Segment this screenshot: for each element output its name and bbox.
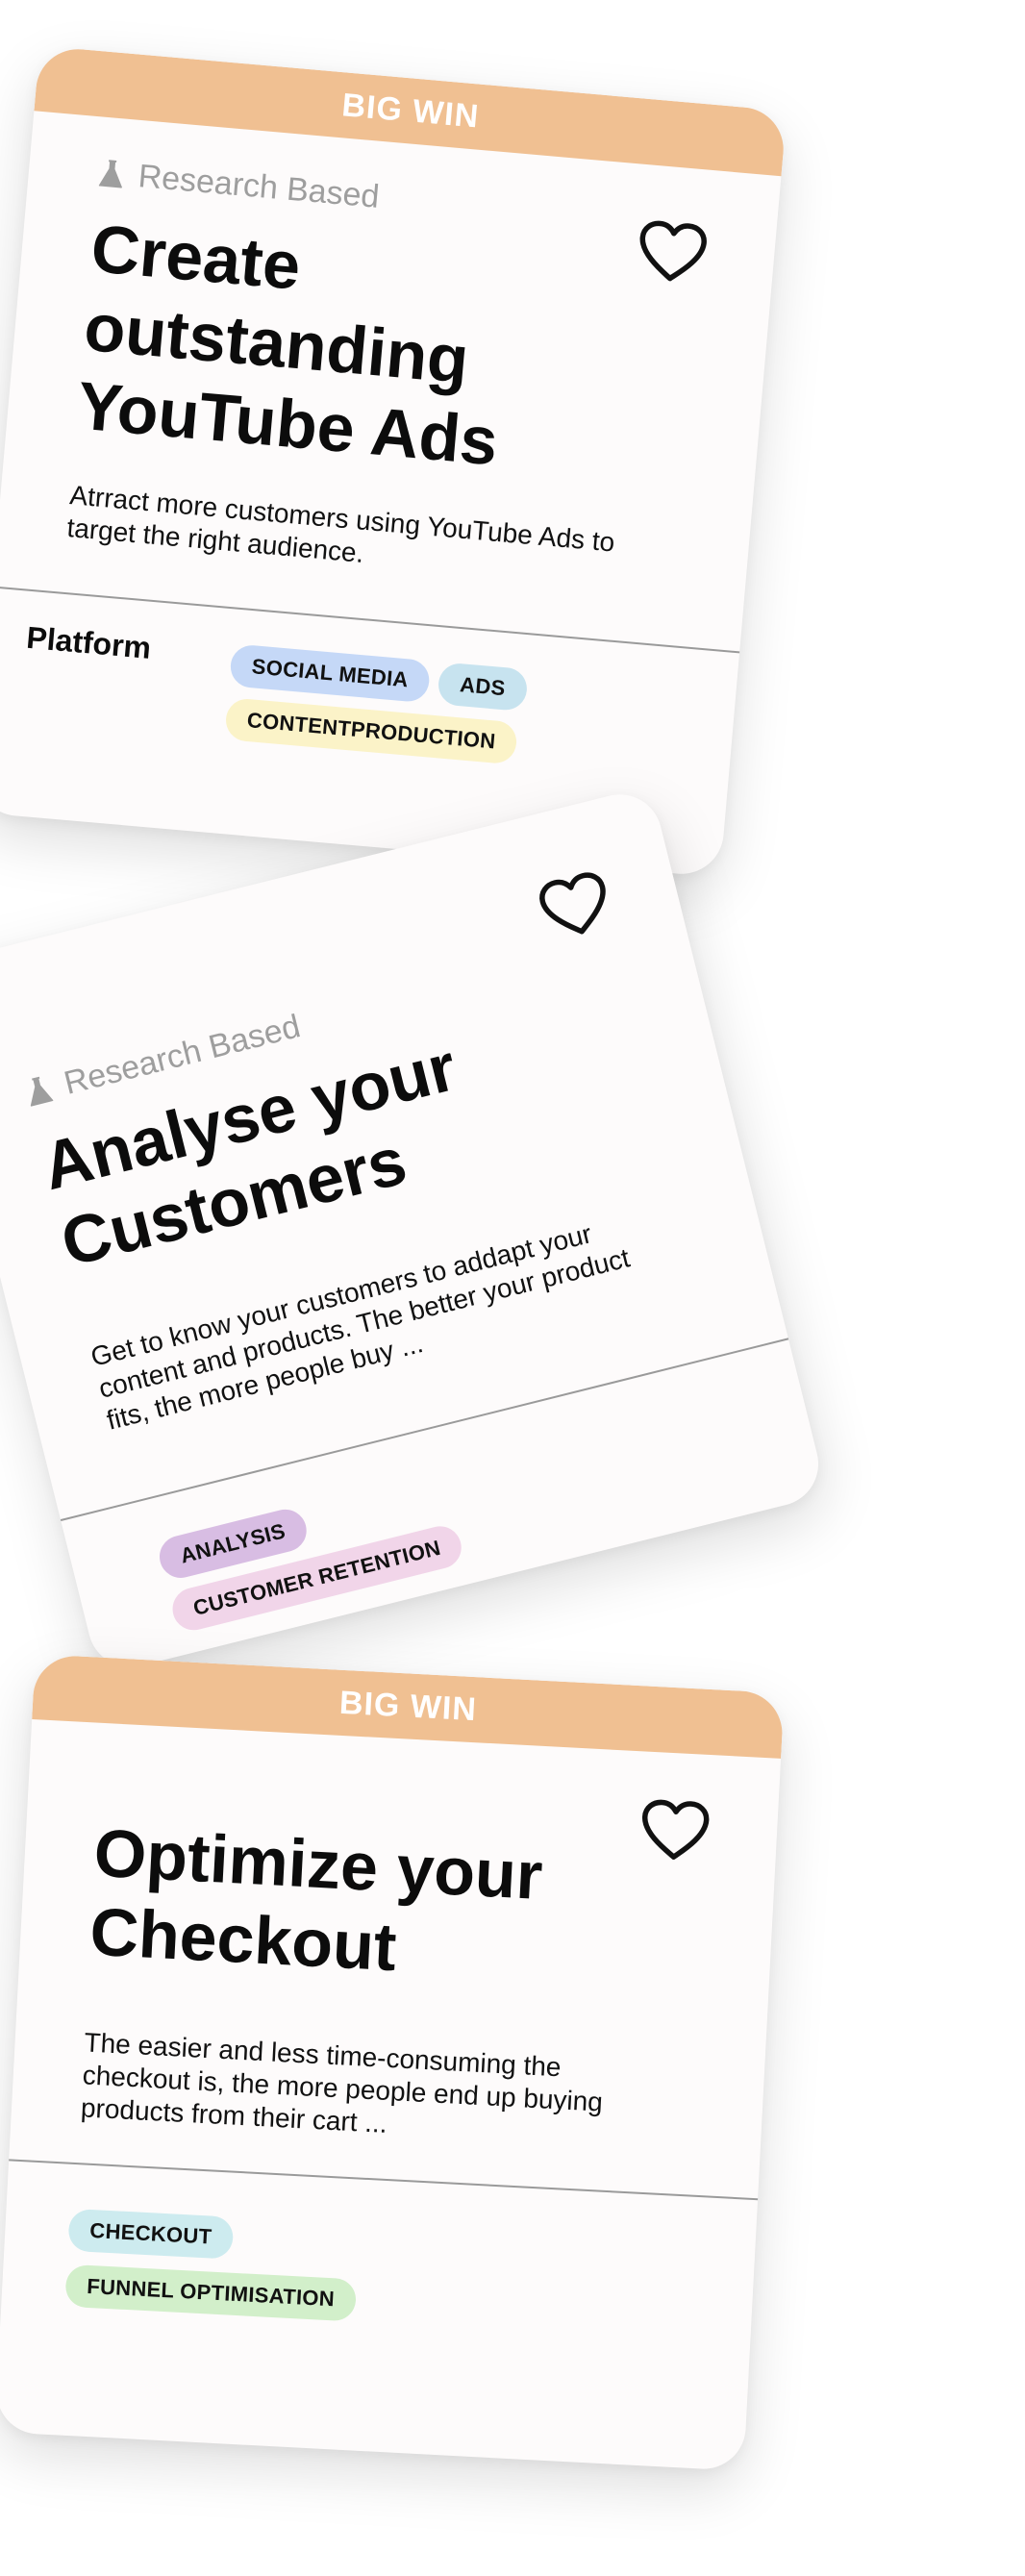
card-description: The easier and less time-consuming the c…	[80, 2027, 604, 2138]
tag-ads[interactable]: ADS	[437, 662, 529, 713]
tag-social-media[interactable]: SOCIAL MEDIA	[229, 643, 432, 704]
platform-label: Platform	[25, 619, 153, 665]
action-card-optimize-checkout[interactable]: BIG WIN Optimize your Checkout The easie…	[0, 1654, 785, 2471]
card-body: Research Based Analyse your Customers Ge…	[0, 786, 772, 1454]
card-body: Optimize your Checkout The easier and le…	[11, 1719, 781, 2160]
heart-icon[interactable]	[635, 218, 709, 288]
card-footer: CHECKOUT FUNNEL OPTIMISATION	[1, 2161, 758, 2342]
action-card-youtube-ads[interactable]: BIG WIN Research Based Create outstandin…	[0, 45, 788, 878]
tag-list: ANALYSIS CUSTOMER RETENTION	[155, 1381, 822, 1635]
card-description: Atrract more customers using YouTube Ads…	[65, 480, 616, 568]
tag-funnel-optimisation[interactable]: FUNNEL OPTIMISATION	[64, 2263, 358, 2322]
card-title: Optimize your Checkout	[88, 1814, 545, 1986]
research-based-text: Research Based	[137, 157, 382, 215]
tag-list: SOCIAL MEDIA ADS CONTENTPRODUCTION	[224, 643, 548, 766]
tag-content-production[interactable]: CONTENTPRODUCTION	[224, 697, 519, 765]
card-body: Research Based Create outstanding YouTub…	[0, 111, 781, 603]
card-footer: Platform SOCIAL MEDIA ADS CONTENTPRODUCTI…	[0, 588, 739, 815]
card-title: Create outstanding YouTube Ads	[74, 211, 501, 480]
tag-list: CHECKOUT FUNNEL OPTIMISATION	[64, 2208, 755, 2342]
tag-checkout[interactable]: CHECKOUT	[67, 2208, 235, 2260]
heart-icon[interactable]	[638, 1797, 711, 1864]
flask-icon	[98, 160, 122, 188]
flask-icon	[30, 1076, 54, 1107]
action-card-analyse-customers[interactable]: Research Based Analyse your Customers Ge…	[0, 785, 828, 1677]
